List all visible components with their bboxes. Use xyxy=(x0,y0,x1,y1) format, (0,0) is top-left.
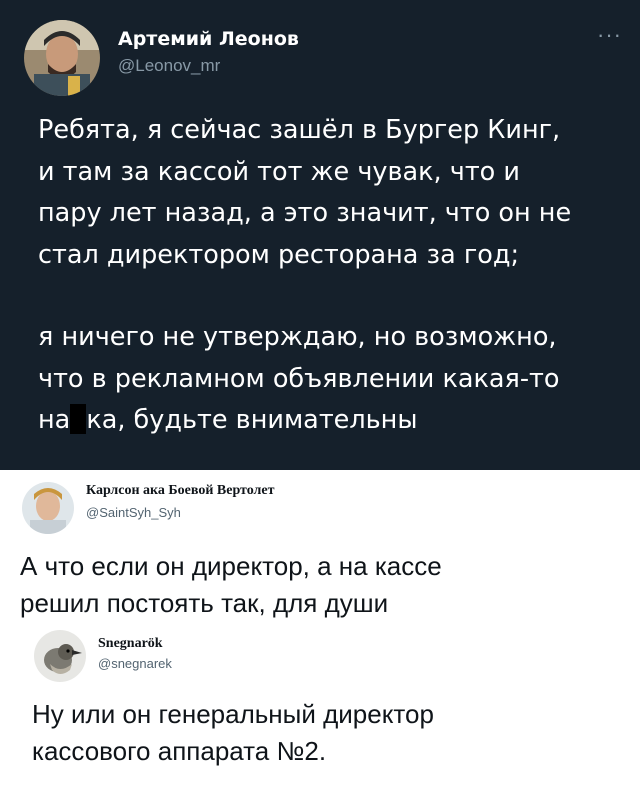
reply-avatar-image xyxy=(22,482,74,534)
author-handle[interactable]: @Leonov_mr xyxy=(118,56,220,76)
tweet-line-censored: на ка, будьте внимательны xyxy=(38,400,634,442)
author-avatar[interactable] xyxy=(24,20,100,96)
reply-tweet: Карлсон ака Боевой Вертолет @SaintSyh_Sy… xyxy=(0,470,640,620)
reply-text: Ну или он генеральный директор кассового… xyxy=(32,696,434,770)
reply-author-name[interactable]: Карлсон ака Боевой Вертолет xyxy=(86,483,275,499)
tweet-line: Ребята, я сейчас зашёл в Бургер Кинг, xyxy=(38,115,561,145)
tweet-line: пару лет назад, а это значит, что он не xyxy=(38,198,572,228)
reply-author-handle[interactable]: @snegnarek xyxy=(98,656,172,671)
reply-avatar[interactable] xyxy=(34,630,86,682)
reply-author-handle[interactable]: @SaintSyh_Syh xyxy=(86,505,181,520)
censored-prefix: на xyxy=(38,405,71,435)
reply-text: А что если он директор, а на кассе решил… xyxy=(20,548,442,622)
reply-line: решил постоять так, для души xyxy=(20,588,389,618)
reply-line: кассового аппарата №2. xyxy=(32,736,327,766)
reply-avatar-image xyxy=(34,630,86,682)
tweet-line: и там за кассой тот же чувак, что и xyxy=(38,156,520,187)
tweet-line: что в рекламном объявлении какая-то xyxy=(38,363,560,394)
reply-avatar[interactable] xyxy=(22,482,74,534)
tweet-line: стал директором ресторана за год; xyxy=(38,239,520,270)
author-name[interactable]: Артемий Леонов xyxy=(118,28,299,50)
reply-tweet: Snegnarök @snegnarek Ну или он генеральн… xyxy=(0,620,640,792)
reply-author-name[interactable]: Snegnarök xyxy=(98,636,163,652)
censor-block xyxy=(70,404,87,434)
more-dots-icon[interactable]: ··· xyxy=(597,22,622,48)
reply-line: Ну или он генеральный директор xyxy=(32,699,434,729)
censored-suffix: ка, будьте внимательны xyxy=(86,405,418,435)
tweet-text: Ребята, я сейчас зашёл в Бургер Кинг, и … xyxy=(38,110,634,442)
author-avatar-image xyxy=(24,20,100,96)
main-tweet: Артемий Леонов @Leonov_mr ··· Ребята, я … xyxy=(0,0,640,470)
reply-line: А что если он директор, а на кассе xyxy=(20,551,442,581)
tweet-line: я ничего не утверждаю, но возможно, xyxy=(38,322,557,352)
